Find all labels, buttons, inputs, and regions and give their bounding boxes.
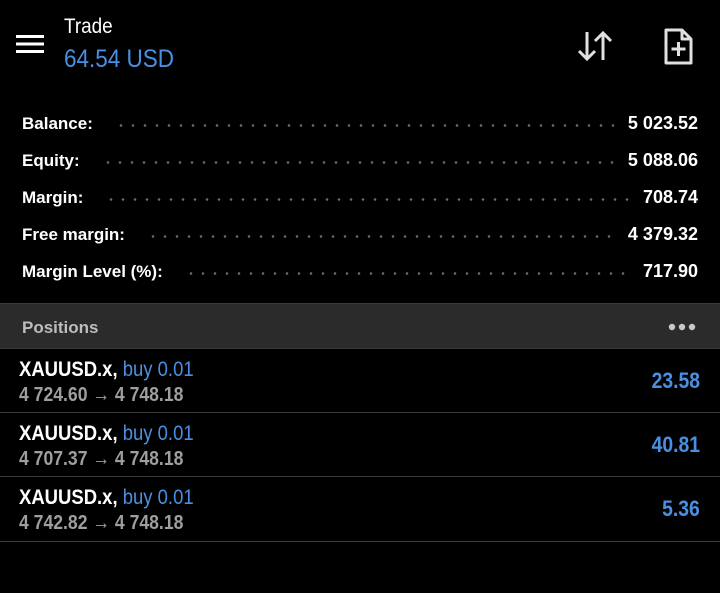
- position-profit: 40.81: [651, 432, 700, 457]
- position-row[interactable]: XAUUSD.x, buy 0.01 4 742.82 → 4 748.18 5…: [0, 476, 720, 542]
- total-profit: 64.54 USD: [64, 45, 175, 73]
- free-margin-value: 4 379.32: [627, 224, 698, 244]
- dotted-leader: [105, 198, 633, 201]
- dotted-leader: [101, 161, 618, 164]
- summary-row-balance: Balance: 5 023.52: [0, 105, 720, 142]
- account-summary: Balance: 5 023.52 Equity: 5 088.06 Margi…: [0, 105, 720, 290]
- position-title-line: XAUUSD.x, buy 0.01: [19, 421, 194, 447]
- page-title: Trade: [64, 15, 113, 38]
- positions-list: XAUUSD.x, buy 0.01 4 724.60 → 4 748.18 2…: [0, 348, 720, 542]
- positions-title: Positions: [22, 318, 99, 337]
- margin-value: 708.74: [642, 187, 698, 207]
- hamburger-menu-icon: [16, 35, 44, 53]
- sort-arrows-icon: [577, 30, 613, 62]
- position-profit: 5.36: [662, 496, 700, 521]
- summary-row-margin-level: Margin Level (%): 717.90: [0, 253, 720, 290]
- position-side-volume: buy 0.01: [122, 486, 194, 509]
- more-dots-icon: [668, 323, 696, 331]
- position-prices: 4 707.37 → 4 748.18: [19, 448, 184, 470]
- summary-row-margin: Margin: 708.74: [0, 179, 720, 216]
- margin-label: Margin:: [22, 187, 84, 207]
- header-title-block: Trade 64.54 USD: [64, 14, 186, 74]
- position-title-line: XAUUSD.x, buy 0.01: [19, 485, 194, 511]
- position-row[interactable]: XAUUSD.x, buy 0.01 4 724.60 → 4 748.18 2…: [0, 348, 720, 412]
- free-margin-label: Free margin:: [22, 224, 125, 244]
- margin-level-value: 717.90: [642, 261, 698, 281]
- position-symbol: XAUUSD.x,: [19, 358, 118, 381]
- equity-value: 5 088.06: [627, 150, 698, 170]
- position-side-volume: buy 0.01: [122, 422, 194, 445]
- summary-row-equity: Equity: 5 088.06: [0, 142, 720, 179]
- sort-button[interactable]: [574, 26, 616, 66]
- summary-row-free-margin: Free margin: 4 379.32: [0, 216, 720, 253]
- menu-button[interactable]: [14, 32, 50, 60]
- position-side-volume: buy 0.01: [122, 358, 194, 381]
- position-prices: 4 742.82 → 4 748.18: [19, 512, 184, 534]
- dotted-leader: [184, 272, 633, 275]
- app-header: Trade 64.54 USD: [0, 0, 720, 92]
- position-symbol: XAUUSD.x,: [19, 422, 118, 445]
- balance-value: 5 023.52: [627, 113, 698, 133]
- trade-screen: Trade 64.54 USD Balance: 5 023.52 Equity…: [0, 0, 720, 593]
- new-order-button[interactable]: [660, 26, 696, 68]
- dotted-leader: [114, 124, 618, 127]
- margin-level-label: Margin Level (%):: [22, 261, 163, 281]
- position-prices: 4 724.60 → 4 748.18: [19, 384, 184, 406]
- position-symbol: XAUUSD.x,: [19, 486, 118, 509]
- new-document-plus-icon: [664, 28, 693, 65]
- dotted-leader: [146, 235, 618, 238]
- positions-section-header: Positions: [0, 303, 720, 348]
- position-title-line: XAUUSD.x, buy 0.01: [19, 357, 194, 383]
- equity-label: Equity:: [22, 150, 80, 170]
- positions-more-button[interactable]: [666, 318, 698, 336]
- position-row[interactable]: XAUUSD.x, buy 0.01 4 707.37 → 4 748.18 4…: [0, 412, 720, 476]
- position-profit: 23.58: [651, 368, 700, 393]
- balance-label: Balance:: [22, 113, 93, 133]
